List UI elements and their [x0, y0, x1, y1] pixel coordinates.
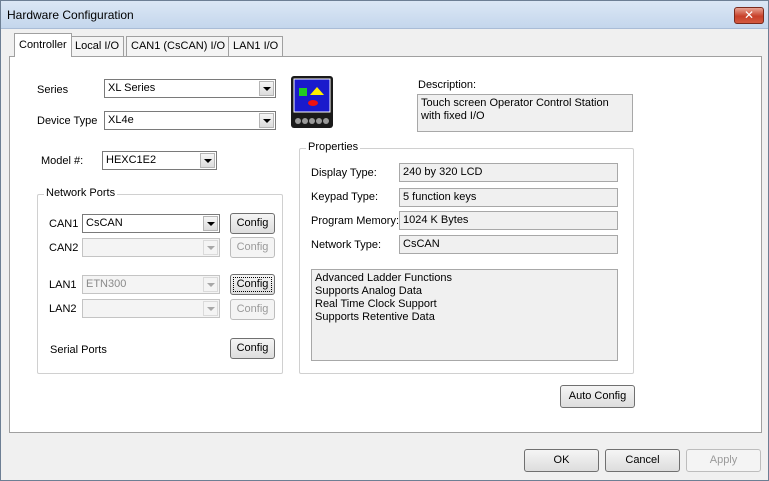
apply-button[interactable]: Apply: [686, 449, 761, 472]
keypad-type-label: Keypad Type:: [311, 191, 379, 203]
lan1-value: ETN300: [86, 278, 127, 290]
properties-title: Properties: [306, 141, 361, 153]
lan2-config-button[interactable]: Config: [230, 299, 275, 320]
program-memory-label: Program Memory:: [311, 215, 400, 227]
cancel-button[interactable]: Cancel: [605, 449, 680, 472]
list-item: Advanced Ladder Functions: [315, 272, 452, 284]
operator-panel-icon: [293, 78, 331, 124]
serial-ports-label: Serial Ports: [50, 344, 107, 356]
hardware-configuration-window: Hardware Configuration ✕ Controller Loca…: [0, 0, 769, 481]
list-item: Real Time Clock Support: [315, 298, 437, 310]
features-list: Advanced Ladder Functions Supports Analo…: [311, 269, 618, 361]
tab-local-io[interactable]: Local I/O: [70, 36, 125, 56]
can1-select[interactable]: CsCAN: [82, 214, 220, 233]
list-item: Supports Analog Data: [315, 285, 423, 297]
chevron-down-icon[interactable]: [200, 153, 215, 168]
keypad-type-field: 5 function keys: [399, 188, 618, 207]
description-text: Touch screen Operator Control Station wi…: [421, 97, 609, 122]
network-ports-title: Network Ports: [44, 187, 118, 199]
device-icon: [291, 76, 333, 128]
model-select[interactable]: HEXC1E2: [102, 151, 217, 170]
model-value: HEXC1E2: [106, 154, 157, 166]
chevron-down-icon[interactable]: [203, 240, 218, 255]
close-button[interactable]: ✕: [734, 7, 764, 24]
serial-ports-config-button[interactable]: Config: [230, 338, 275, 359]
network-type-label: Network Type:: [311, 239, 382, 251]
chevron-down-icon[interactable]: [259, 113, 274, 128]
auto-config-button[interactable]: Auto Config: [560, 385, 635, 408]
description-box: Touch screen Operator Control Station wi…: [417, 94, 633, 132]
chevron-down-icon[interactable]: [259, 81, 274, 96]
can1-label: CAN1: [49, 218, 79, 230]
model-label: Model #:: [41, 155, 84, 167]
chevron-down-icon[interactable]: [203, 216, 218, 231]
tab-controller-label: Controller: [19, 39, 67, 51]
can2-select[interactable]: [82, 238, 220, 257]
title-bar: Hardware Configuration ✕: [1, 1, 768, 29]
tab-lan1-io[interactable]: LAN1 I/O: [228, 36, 284, 56]
ok-button[interactable]: OK: [524, 449, 599, 472]
series-label: Series: [37, 84, 69, 96]
tab-can1-io-label: CAN1 (CsCAN) I/O: [131, 40, 226, 52]
series-select[interactable]: XL Series: [104, 79, 276, 98]
device-type-label: Device Type: [37, 115, 98, 127]
chevron-down-icon[interactable]: [203, 277, 218, 292]
can1-value: CsCAN: [86, 217, 123, 229]
chevron-down-icon[interactable]: [203, 301, 218, 316]
description-label: Description:: [418, 79, 477, 91]
device-type-value: XL4e: [108, 114, 134, 126]
tab-can1-io[interactable]: CAN1 (CsCAN) I/O: [126, 36, 231, 56]
can1-config-button[interactable]: Config: [230, 213, 275, 234]
lan1-select[interactable]: ETN300: [82, 275, 220, 294]
network-type-field: CsCAN: [399, 235, 618, 254]
list-item: Supports Retentive Data: [315, 311, 435, 323]
dialog-button-bar: OK Cancel Apply: [1, 441, 768, 481]
lan1-config-button[interactable]: Config: [230, 274, 275, 295]
device-type-select[interactable]: XL4e: [104, 111, 276, 130]
display-type-label: Display Type:: [311, 167, 377, 179]
tab-lan1-io-label: LAN1 I/O: [233, 40, 279, 52]
series-value: XL Series: [108, 82, 156, 94]
can2-label: CAN2: [49, 242, 79, 254]
tab-local-io-label: Local I/O: [75, 40, 120, 52]
lan2-label: LAN2: [49, 303, 77, 315]
can2-config-button[interactable]: Config: [230, 237, 275, 258]
display-type-field: 240 by 320 LCD: [399, 163, 618, 182]
window-title: Hardware Configuration: [7, 8, 134, 22]
close-icon: ✕: [743, 8, 755, 22]
lan1-label: LAN1: [49, 279, 77, 291]
lan2-select[interactable]: [82, 299, 220, 318]
tab-controller[interactable]: Controller: [14, 33, 72, 57]
program-memory-field: 1024 K Bytes: [399, 211, 618, 230]
